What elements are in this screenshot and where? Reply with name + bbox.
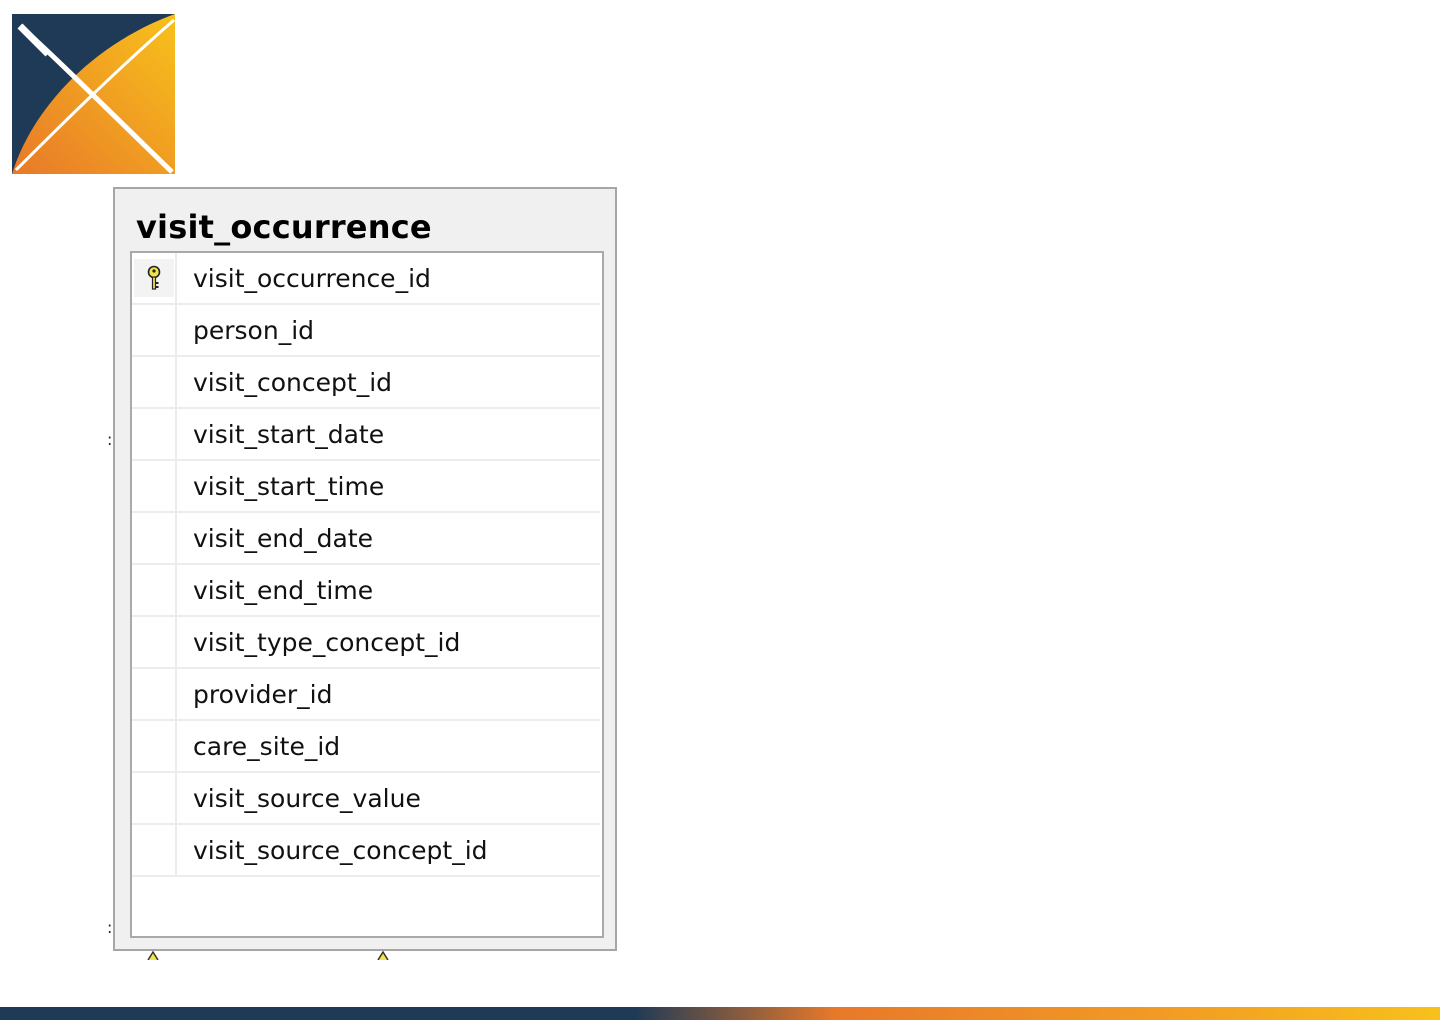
column-list: visit_occurrence_id person_id visit_concep… [132,253,600,877]
column-name: visit_type_concept_id [193,627,461,657]
row-selector[interactable] [132,305,177,355]
column-name: visit_occurrence_id [193,263,431,293]
column-name: care_site_id [193,731,341,761]
row-selector[interactable] [132,773,177,823]
row-selector[interactable] [132,825,177,875]
column-name: visit_end_date [193,523,373,553]
column-name: visit_source_value [193,783,421,813]
row-selector[interactable] [132,253,177,303]
primary-key-cell [133,259,174,297]
table-row[interactable]: provider_id [132,669,600,721]
column-name: visit_start_date [193,419,385,449]
column-name: visit_end_time [193,575,374,605]
column-name: person_id [193,315,315,345]
table-row[interactable]: visit_concept_id [132,357,600,409]
column-name: visit_source_concept_id [193,835,488,865]
relationship-end-icon [377,950,389,960]
row-selector[interactable] [132,461,177,511]
table-row[interactable]: visit_type_concept_id [132,617,600,669]
slide-canvas: : : visit_occurrence visit_occurrence_id… [0,0,1440,1020]
footer-bar [0,1007,1440,1020]
table-row[interactable]: care_site_id [132,721,600,773]
table-row[interactable]: visit_occurrence_id [132,253,600,305]
row-selector[interactable] [132,357,177,407]
connector-mark: : [107,430,113,449]
column-name: visit_concept_id [193,367,393,397]
table-row[interactable]: person_id [132,305,600,357]
logo [12,14,175,174]
column-name: visit_start_time [193,471,385,501]
column-grid[interactable]: visit_occurrence_id person_id visit_concep… [130,251,604,938]
table-row[interactable]: visit_source_value [132,773,600,825]
column-name: provider_id [193,679,333,709]
relationship-end-icon [147,950,159,960]
connector-mark: : [107,918,113,937]
table-row[interactable]: visit_start_date [132,409,600,461]
row-selector[interactable] [132,409,177,459]
row-selector[interactable] [132,721,177,771]
table-title: visit_occurrence [136,208,432,246]
row-selector[interactable] [132,565,177,615]
row-selector[interactable] [132,617,177,667]
table-row[interactable]: visit_source_concept_id [132,825,600,877]
key-icon [147,265,160,290]
table-designer-window[interactable]: visit_occurrence visit_occurrence_idpers… [113,187,617,951]
row-selector[interactable] [132,669,177,719]
table-row[interactable]: visit_end_date [132,513,600,565]
table-row[interactable]: visit_start_time [132,461,600,513]
table-row[interactable]: visit_end_time [132,565,600,617]
row-selector[interactable] [132,513,177,563]
